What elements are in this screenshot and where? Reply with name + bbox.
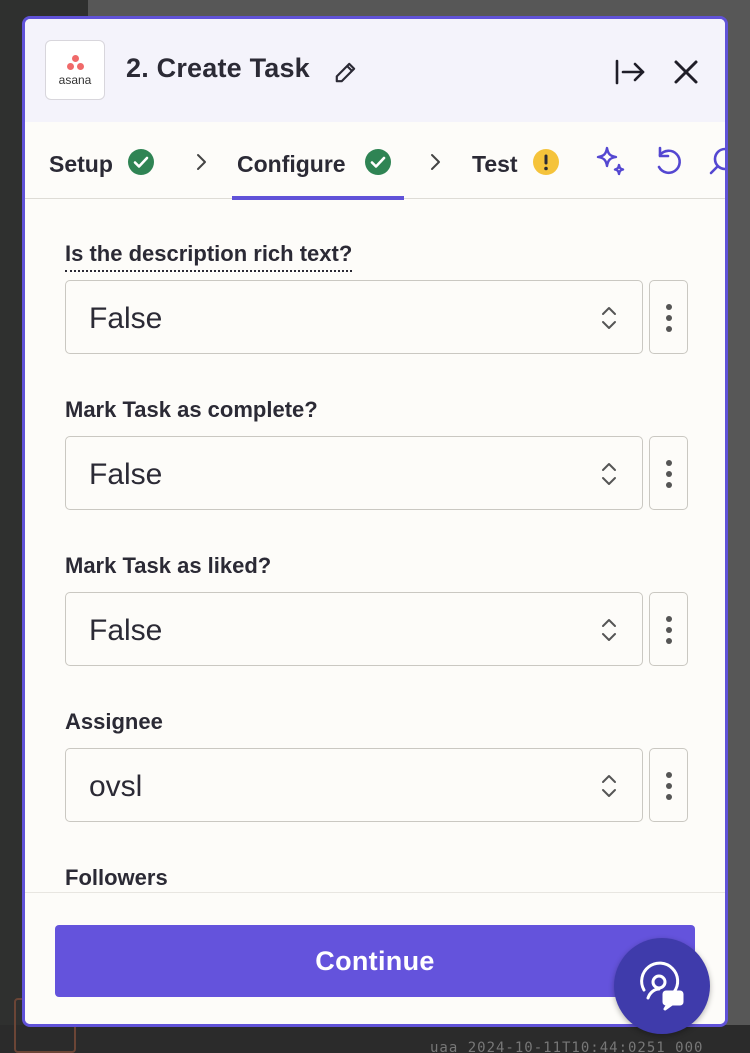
field-label: Followers (65, 865, 168, 890)
select-value: False (89, 302, 163, 335)
collapse-panel-icon[interactable] (613, 57, 647, 87)
field-options-button[interactable] (649, 436, 688, 510)
check-circle-icon (365, 149, 391, 175)
tab-test[interactable]: Test (472, 122, 572, 199)
field-label: Mark Task as liked? (65, 553, 272, 578)
check-circle-icon (128, 149, 154, 175)
field-options-button[interactable] (649, 592, 688, 666)
support-chat-button[interactable] (614, 938, 710, 1034)
warning-circle-icon (533, 149, 559, 175)
select-value: False (89, 614, 163, 647)
field-options-button[interactable] (649, 280, 688, 354)
field-options-button[interactable] (649, 748, 688, 822)
step-title: 2. Create Task (126, 53, 310, 83)
undo-icon[interactable] (651, 144, 685, 178)
vertical-dots-icon (666, 616, 672, 644)
tab-configure[interactable]: Configure (232, 122, 404, 200)
search-icon[interactable] (707, 144, 728, 178)
updown-chevron-icon (602, 619, 616, 641)
pencil-icon[interactable] (333, 59, 359, 85)
mark-liked-select[interactable]: False (65, 592, 643, 666)
rich-text-select[interactable]: False (65, 280, 643, 354)
sparkle-icon[interactable] (593, 144, 627, 178)
configure-form: Is the description rich text? False Mark… (25, 200, 725, 890)
mark-complete-select[interactable]: False (65, 436, 643, 510)
chevron-right-icon (431, 154, 440, 170)
step-tabs: Setup Configure Test (25, 122, 728, 200)
tab-configure-label: Configure (237, 151, 346, 177)
step-editor-panel: asana 2. Create Task Setup Configure Tes… (22, 16, 728, 1027)
tab-setup[interactable]: Setup (49, 122, 161, 199)
field-label: Is the description rich text? (65, 241, 353, 272)
select-value: ovsl (89, 770, 143, 803)
tab-setup-label: Setup (49, 151, 113, 177)
tab-test-label: Test (472, 151, 518, 177)
close-icon[interactable] (671, 57, 701, 87)
chevron-right-icon (197, 154, 206, 170)
field-label: Mark Task as complete? (65, 397, 318, 422)
updown-chevron-icon (602, 775, 616, 797)
field-label: Assignee (65, 709, 163, 734)
background-bottom-text: uaa 2024-10-11T10:44:0251 000 (430, 1040, 704, 1053)
updown-chevron-icon (602, 307, 616, 329)
vertical-dots-icon (666, 304, 672, 332)
updown-chevron-icon (602, 463, 616, 485)
app-logo-text: asana (58, 73, 92, 87)
vertical-dots-icon (666, 460, 672, 488)
assignee-select[interactable]: ovsl (65, 748, 643, 822)
vertical-dots-icon (666, 772, 672, 800)
continue-button[interactable]: Continue (55, 925, 695, 997)
select-value: False (89, 458, 163, 491)
asana-logo-icon (67, 55, 85, 71)
support-chat-icon (640, 961, 684, 1011)
panel-header: asana 2. Create Task (25, 19, 725, 122)
asana-app-logo: asana (45, 40, 105, 100)
